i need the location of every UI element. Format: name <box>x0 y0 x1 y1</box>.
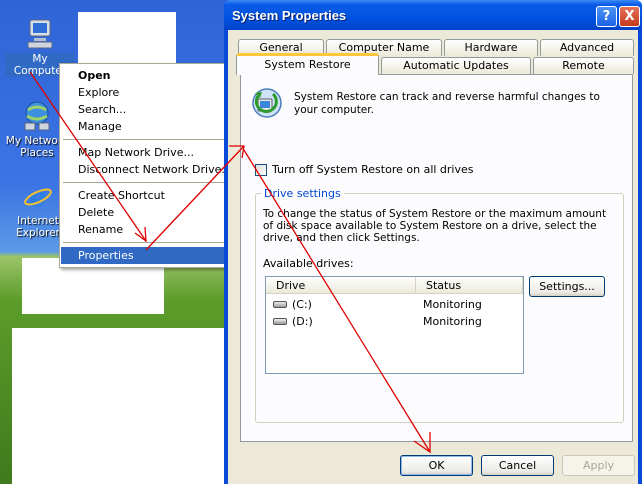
drives-list[interactable]: Drive Status (C:) Monitoring (D:) Monito… <box>265 276 524 374</box>
menu-separator <box>63 182 234 183</box>
drive-row[interactable]: (C:) Monitoring <box>266 296 523 313</box>
title-bar[interactable]: System Properties ? X <box>224 0 642 30</box>
system-restore-icon <box>249 85 285 121</box>
column-header-status[interactable]: Status <box>416 277 523 294</box>
redacted-area <box>12 328 224 484</box>
network-places-icon <box>21 100 53 132</box>
menu-item-disconnect-network-drive[interactable]: Disconnect Network Drive... <box>61 161 236 178</box>
cancel-button[interactable]: Cancel <box>481 455 554 476</box>
group-description: To change the status of System Restore o… <box>263 208 607 244</box>
tab-system-restore[interactable]: System Restore <box>236 53 379 75</box>
drive-row[interactable]: (D:) Monitoring <box>266 313 523 330</box>
menu-item-search[interactable]: Search... <box>61 101 236 118</box>
tab-automatic-updates[interactable]: Automatic Updates <box>381 57 531 74</box>
window-title: System Properties <box>232 8 347 23</box>
redacted-area <box>78 12 176 64</box>
my-computer-icon <box>24 18 56 50</box>
internet-explorer-icon: e <box>22 180 54 213</box>
tab-hardware[interactable]: Hardware <box>444 39 538 56</box>
hard-drive-icon <box>273 318 287 325</box>
dialog-client-area: General Computer Name Hardware Advanced … <box>228 30 638 484</box>
intro-text: System Restore can track and reverse har… <box>294 91 600 116</box>
menu-item-create-shortcut[interactable]: Create Shortcut <box>61 187 236 204</box>
menu-item-delete[interactable]: Delete <box>61 204 236 221</box>
menu-item-properties[interactable]: Properties <box>61 247 236 264</box>
context-menu: Open Explore Search... Manage Map Networ… <box>59 63 238 268</box>
drive-status: Monitoring <box>423 298 482 311</box>
menu-item-map-network-drive[interactable]: Map Network Drive... <box>61 144 236 161</box>
settings-button[interactable]: Settings... <box>529 276 605 297</box>
ok-button[interactable]: OK <box>400 455 473 476</box>
tab-remote[interactable]: Remote <box>533 57 634 74</box>
checkbox-label: Turn off System Restore on all drives <box>272 163 474 176</box>
tab-advanced[interactable]: Advanced <box>540 39 634 56</box>
apply-button: Apply <box>562 455 635 476</box>
menu-item-explore[interactable]: Explore <box>61 84 236 101</box>
drive-status: Monitoring <box>423 315 482 328</box>
menu-separator <box>63 242 234 243</box>
help-icon: ? <box>602 9 611 24</box>
column-header-drive[interactable]: Drive <box>266 277 416 294</box>
drive-name: (D:) <box>292 315 313 328</box>
system-restore-panel: System Restore can track and reverse har… <box>240 74 633 442</box>
system-properties-window: System Properties ? X General Computer N… <box>224 0 642 484</box>
menu-item-manage[interactable]: Manage <box>61 118 236 135</box>
available-drives-label: Available drives: <box>263 257 354 270</box>
menu-item-rename[interactable]: Rename <box>61 221 236 238</box>
turn-off-system-restore-checkbox[interactable] <box>255 164 267 176</box>
help-button[interactable]: ? <box>596 6 617 27</box>
menu-item-open[interactable]: Open <box>61 67 236 84</box>
hard-drive-icon <box>273 301 287 308</box>
svg-text:e: e <box>29 180 47 212</box>
close-icon: X <box>624 9 635 24</box>
close-button[interactable]: X <box>619 6 640 27</box>
menu-separator <box>63 139 234 140</box>
drive-name: (C:) <box>292 298 312 311</box>
group-label: Drive settings <box>261 187 344 200</box>
